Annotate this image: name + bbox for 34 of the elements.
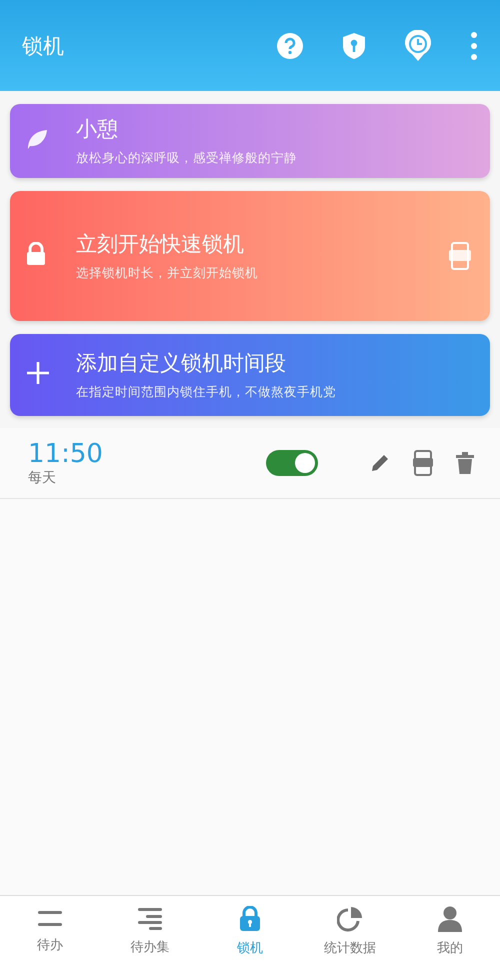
card-subtitle: 在指定时间范围内锁住手机，不做熬夜手机党 xyxy=(76,384,337,401)
app-phone-icon[interactable] xyxy=(448,242,472,270)
card-subtitle: 选择锁机时长，并立刻开始锁机 xyxy=(76,265,259,282)
action-card[interactable]: 立刻开始快速锁机 选择锁机时长，并立刻开始锁机 xyxy=(10,191,490,321)
trash-icon[interactable] xyxy=(456,452,474,474)
schedule-time: 11:50 xyxy=(28,439,104,469)
lock-icon xyxy=(26,242,46,266)
card-title: 立刻开始快速锁机 xyxy=(76,231,245,258)
shield-key-icon[interactable] xyxy=(342,32,366,60)
pencil-icon[interactable] xyxy=(370,453,390,473)
nav-tab[interactable]: 统计数据 xyxy=(300,896,400,966)
person-icon xyxy=(438,906,462,932)
lock-icon xyxy=(239,906,261,932)
card-title: 添加自定义锁机时间段 xyxy=(76,350,287,377)
screen-title: 锁机 xyxy=(22,32,65,60)
nav-tab[interactable]: 锁机 xyxy=(200,896,300,966)
action-card[interactable]: 小憩 放松身心的深呼吸，感受禅修般的宁静 xyxy=(10,104,490,178)
nav-tab[interactable]: 待办集 xyxy=(100,896,200,966)
leaf-icon xyxy=(26,128,48,150)
list-icon xyxy=(138,906,162,930)
lines-icon xyxy=(38,908,62,928)
more-icon[interactable] xyxy=(470,30,478,60)
action-card[interactable]: 添加自定义锁机时间段 在指定时间范围内锁住手机，不做熬夜手机党 xyxy=(10,334,490,416)
clock-pin-icon[interactable] xyxy=(404,30,432,62)
card-subtitle: 放松身心的深呼吸，感受禅修般的宁静 xyxy=(76,150,298,167)
app-phone-icon[interactable] xyxy=(412,450,434,476)
nav-tab[interactable]: 待办 xyxy=(0,896,100,966)
card-title: 小憩 xyxy=(76,116,119,143)
help-icon[interactable] xyxy=(276,32,304,60)
repeat-label: 每天 xyxy=(28,469,57,487)
plus-icon xyxy=(26,361,50,385)
toggle-switch[interactable] xyxy=(266,450,318,476)
pie-chart-icon xyxy=(337,906,363,932)
nav-tab[interactable]: 我的 xyxy=(400,896,500,966)
